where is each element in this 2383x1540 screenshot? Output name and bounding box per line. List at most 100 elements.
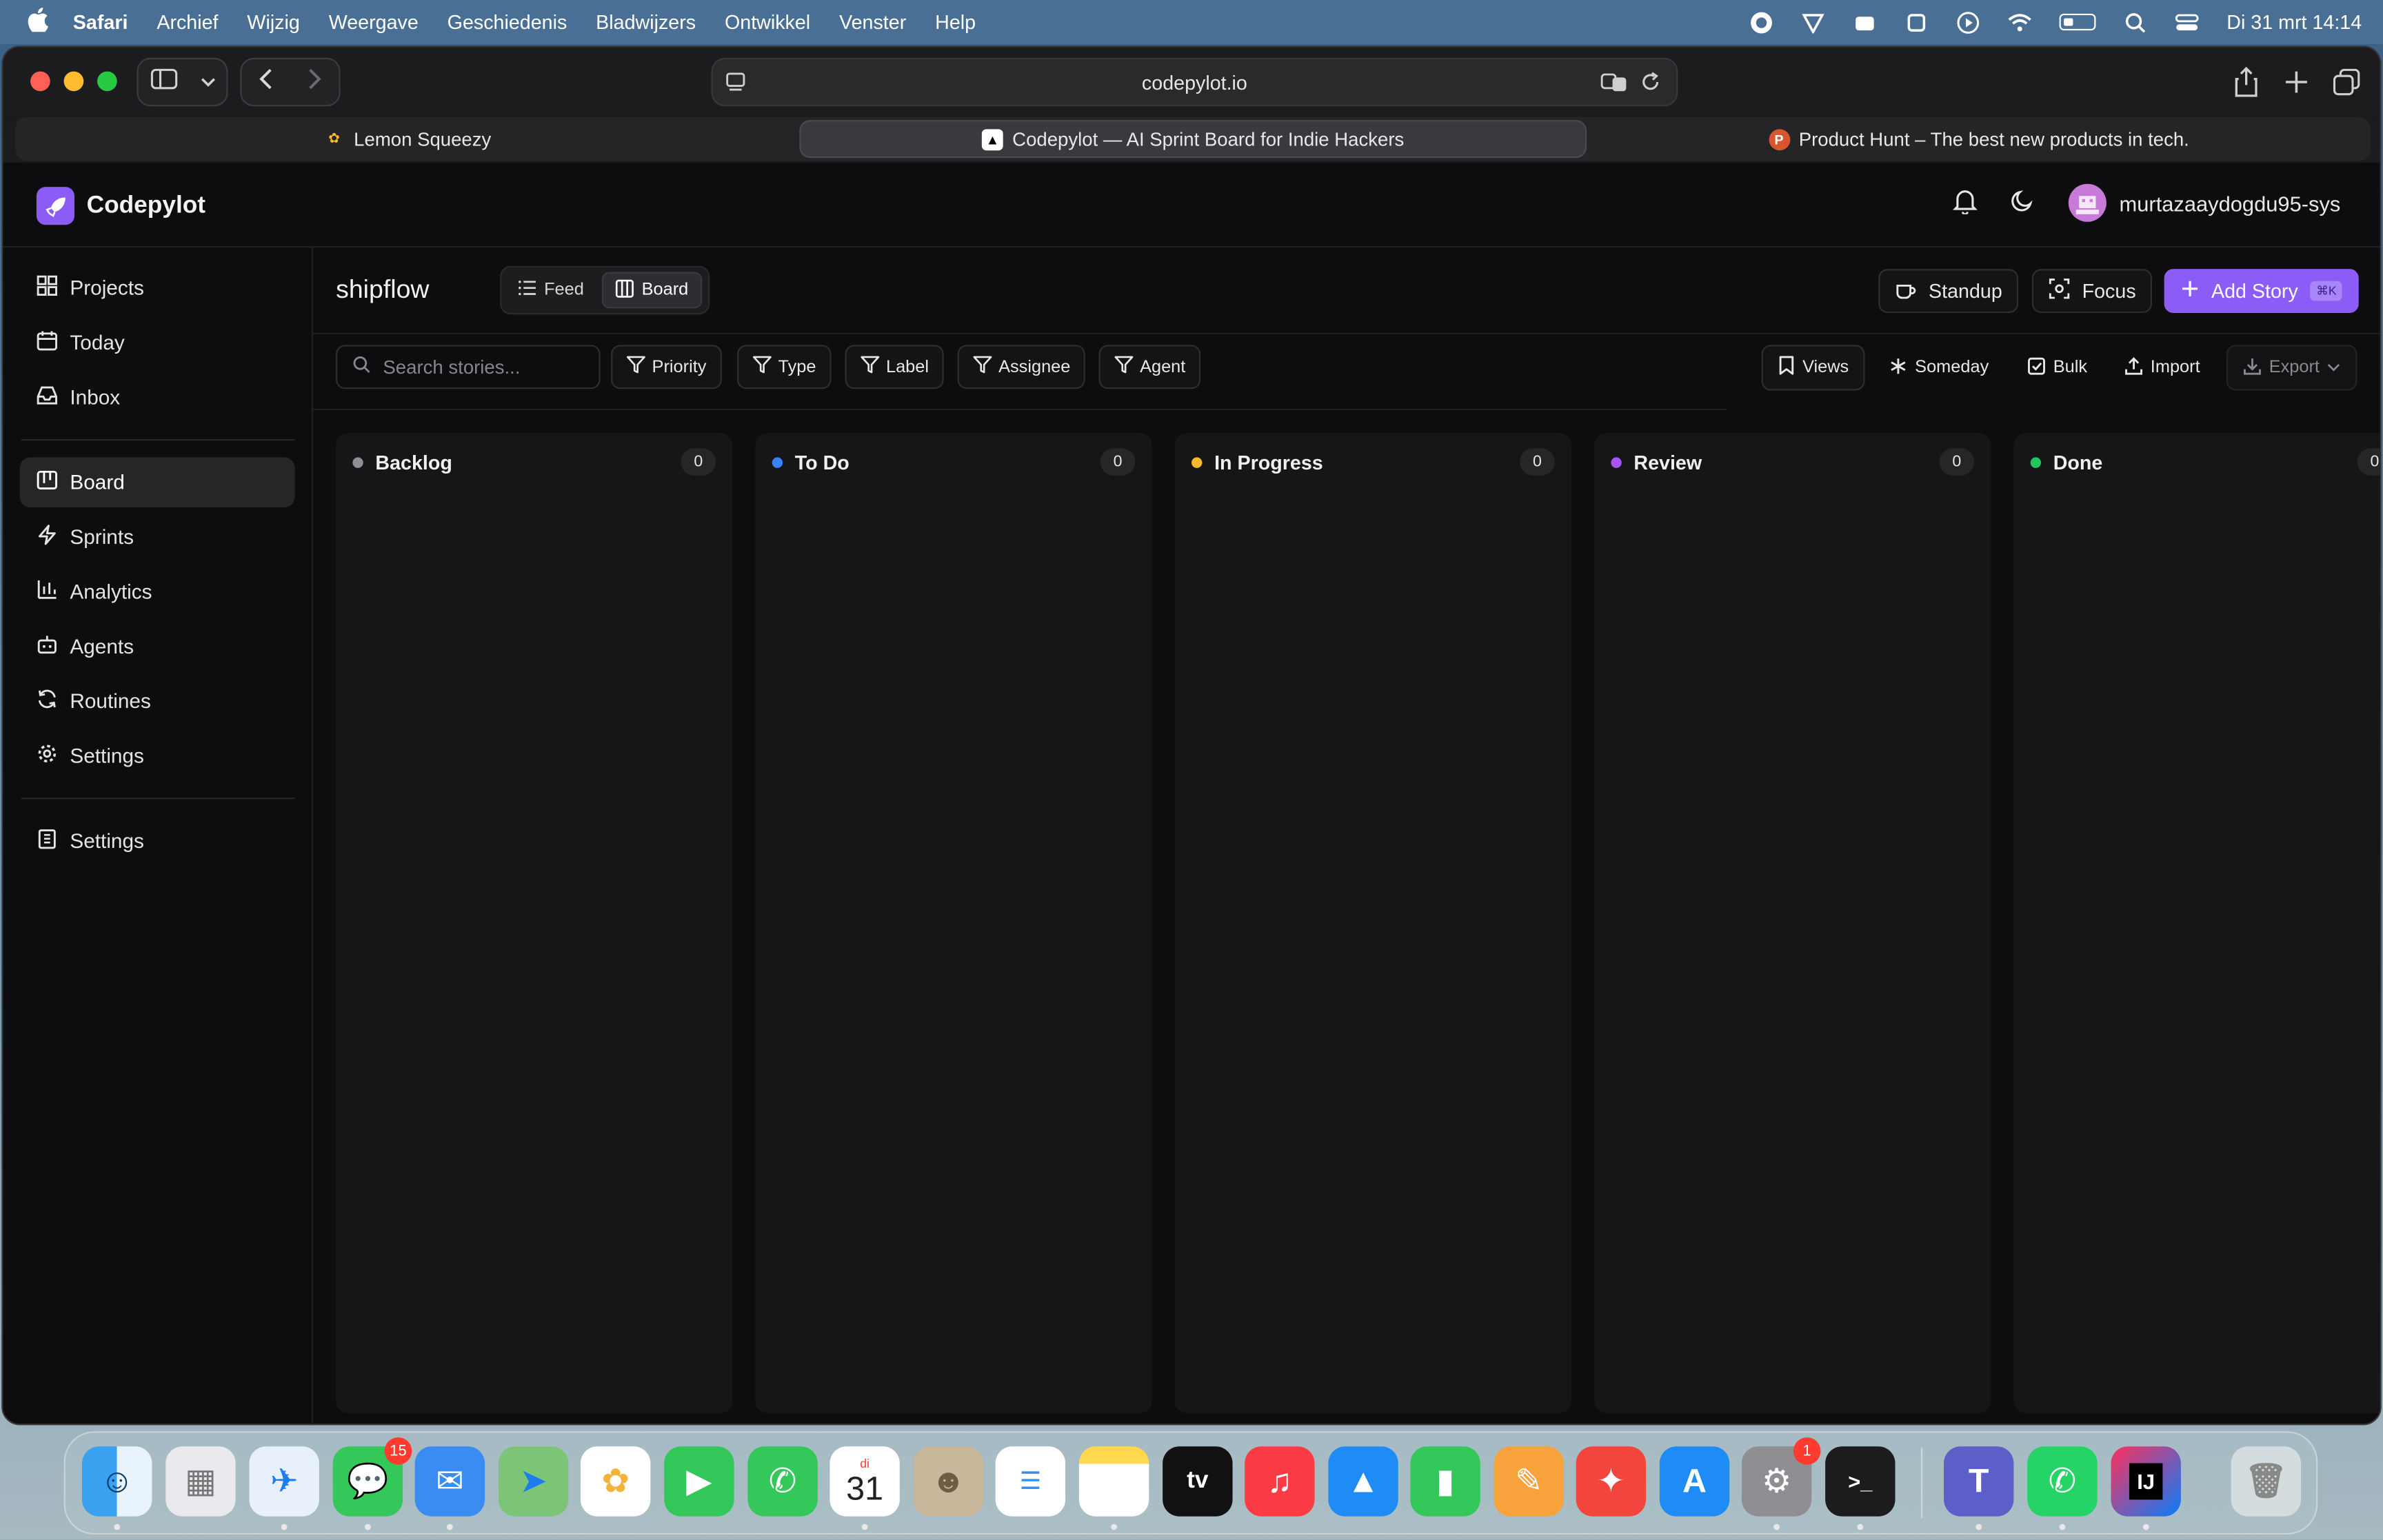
menu-bladwijzers[interactable]: Bladwijzers [596,10,696,33]
messages-icon[interactable]: 💬 15 [332,1437,412,1517]
sidebar-item-sprints[interactable]: Sprints [20,512,295,563]
filter-label-button[interactable]: Label [845,345,945,389]
new-tab-icon[interactable] [2284,70,2309,101]
tab-overview-icon[interactable] [2333,68,2360,103]
filter-agent-button[interactable]: Agent [1098,345,1201,389]
wifi-icon[interactable] [2008,12,2032,33]
control-center-icon[interactable] [2175,12,2199,33]
standup-button[interactable]: Standup [1878,269,2020,314]
someday-button[interactable]: Someday [1874,345,2004,390]
notes-icon[interactable] [1078,1446,1149,1517]
bulk-button[interactable]: Bulk [2012,345,2102,390]
sidebar-item-analytics[interactable]: Analytics [20,567,295,617]
launchpad-icon[interactable]: ▦ [165,1446,236,1517]
translate-icon[interactable] [1600,72,1628,97]
sidebar-item-settings[interactable]: Settings [20,731,295,781]
record-icon[interactable] [1749,11,1773,33]
facetime-icon[interactable]: ▶ [664,1446,734,1517]
sidebar-item-projects[interactable]: Projects [20,263,295,313]
menu-app-name[interactable]: Safari [73,10,128,33]
close-window-button[interactable] [30,71,50,92]
battery-icon[interactable] [2059,13,2096,31]
teams-icon[interactable]: T [1944,1446,2014,1517]
photos-icon[interactable]: ✿ [580,1446,651,1517]
sidebar-item-org-settings[interactable]: Settings [20,816,295,867]
page-menu-icon[interactable] [725,72,746,97]
menu-venster[interactable]: Venster [839,10,906,33]
apple-logo-icon[interactable] [28,6,52,37]
sidebar-item-routines[interactable]: Routines [20,676,295,727]
sidebar-item-agents[interactable]: Agents [20,621,295,671]
finder-icon[interactable]: ☺ [82,1446,152,1517]
menu-weergave[interactable]: Weergave [329,10,419,33]
system-settings-icon[interactable]: ⚙ 1 [1741,1437,1821,1517]
zoom-window-button[interactable] [97,71,117,92]
trash-icon[interactable]: 🗑 [2231,1446,2302,1517]
sidebar-item-inbox[interactable]: Inbox [20,372,295,423]
back-button[interactable] [259,68,274,97]
search-input[interactable]: Search stories... [336,345,601,389]
address-bar[interactable]: codepylot.io [711,57,1678,107]
user-menu[interactable]: murtazaaydogdu95-sys [2069,183,2340,222]
vpn-icon[interactable] [1801,12,1825,33]
column-done[interactable]: Done 0 [2013,433,2380,1413]
column-backlog[interactable]: Backlog 0 [336,433,733,1413]
filter-icon [626,356,646,378]
views-button[interactable]: Views [1761,345,1866,391]
menu-archief[interactable]: Archief [157,10,218,33]
calendar-app-icon[interactable]: di 31 [829,1446,900,1517]
tab-lemon-squeezy[interactable]: ✿ Lemon Squeezy [15,117,799,161]
music-icon[interactable]: ♫ [1245,1446,1315,1517]
spotlight-search-icon[interactable] [2123,12,2147,33]
tab-codepylot[interactable]: ▲ Codepylot — AI Sprint Board for Indie … [799,120,1587,159]
menu-wijzig[interactable]: Wijzig [247,10,299,33]
bell-icon[interactable] [1953,188,1978,218]
column-in-progress[interactable]: In Progress 0 [1174,433,1572,1413]
reload-icon[interactable] [1640,72,1661,97]
filter-priority-button[interactable]: Priority [611,345,722,389]
terminal-icon[interactable]: >_ [1825,1446,1896,1517]
column-todo[interactable]: To Do 0 [755,433,1152,1413]
numbers-icon[interactable]: ▮ [1410,1446,1480,1517]
keynote-icon[interactable]: ▲ [1328,1446,1398,1517]
tab-product-hunt[interactable]: P Product Hunt – The best new products i… [1587,117,2371,161]
brand[interactable]: Codepylot [36,187,205,225]
menu-ontwikkel[interactable]: Ontwikkel [725,10,810,33]
add-story-button[interactable]: Add Story ⌘K [2164,269,2360,314]
filter-assignee-button[interactable]: Assignee [957,345,1086,389]
url-text[interactable]: codepylot.io [1142,70,1247,93]
sidebar-toggle-button[interactable] [137,57,228,107]
safari-icon[interactable]: ✈ [249,1446,319,1517]
minimize-window-button[interactable] [63,71,84,92]
column-review[interactable]: Review 0 [1594,433,1991,1413]
sidebar-item-today[interactable]: Today [20,318,295,368]
sidebar-item-label: Inbox [70,385,121,409]
menu-help[interactable]: Help [935,10,976,33]
export-button[interactable]: Export [2226,345,2358,391]
sidebar-item-board[interactable]: Board [19,457,295,508]
menu-clock[interactable]: Di 31 mrt 14:14 [2226,10,2362,33]
pages-icon[interactable]: ✎ [1494,1446,1565,1517]
maps-icon[interactable]: ➤ [498,1446,569,1517]
app-store-icon[interactable]: A [1659,1446,1730,1517]
board-view-button[interactable]: Board [602,272,703,309]
import-button[interactable]: Import [2109,345,2215,390]
whatsapp-icon[interactable]: ✆ [2027,1446,2098,1517]
mail-icon[interactable]: ✉ [414,1446,485,1517]
contacts-icon[interactable]: ☻ [913,1446,984,1517]
feed-view-button[interactable]: Feed [506,272,596,309]
extension-icon[interactable] [1853,12,1877,33]
apple-tv-icon[interactable]: tv [1163,1446,1233,1517]
rocket-app-icon[interactable]: ✦ [1576,1446,1647,1517]
focus-button[interactable]: Focus [2031,269,2153,314]
forward-button[interactable] [307,68,322,97]
plugin-icon[interactable] [1904,12,1929,33]
filter-type-button[interactable]: Type [736,345,832,389]
intellij-icon[interactable]: IJ [2111,1446,2181,1517]
phone-icon[interactable]: ✆ [747,1446,818,1517]
reminders-icon[interactable]: ☰ [995,1446,1066,1517]
moon-icon[interactable] [2011,188,2035,217]
share-icon[interactable] [2234,66,2258,105]
menu-geschiedenis[interactable]: Geschiedenis [448,10,567,33]
play-icon[interactable] [1956,11,1980,33]
